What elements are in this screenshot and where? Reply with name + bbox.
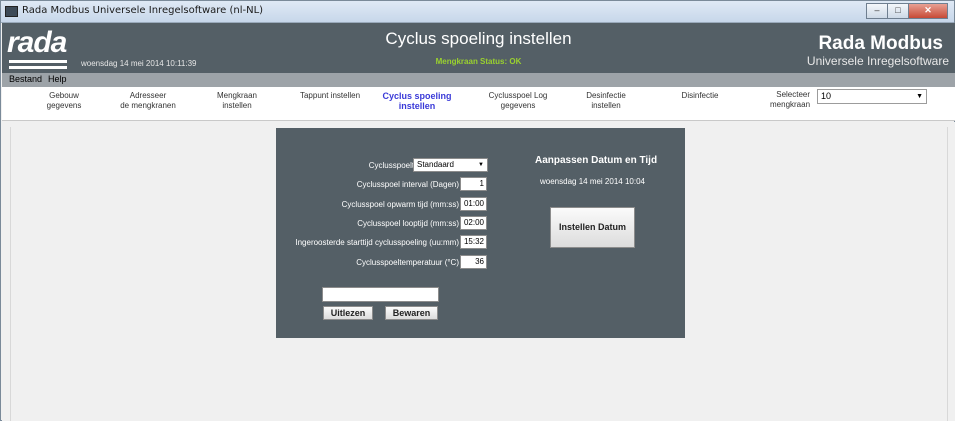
- settings-panel: Cyclusspoeltype Standaard ▼ Cyclusspoel …: [276, 128, 685, 338]
- starttijd-label: Ingeroosterde starttijd cyclusspoeling (…: [295, 238, 459, 247]
- nav-mengkraan-instellen[interactable]: Mengkraan instellen: [209, 91, 265, 111]
- temp-input[interactable]: 36: [460, 255, 487, 269]
- app-icon: [5, 6, 18, 17]
- menu-bar: Bestand Help: [2, 73, 955, 87]
- window-controls: – □ ✕: [866, 3, 948, 19]
- page-title: Cyclus spoeling instellen: [385, 29, 572, 48]
- selecteer-label: Selecteer mengkraan: [770, 90, 811, 109]
- bewaren-button[interactable]: Bewaren: [385, 306, 438, 320]
- minimize-icon[interactable]: –: [866, 3, 888, 19]
- nav-bar: Gebouw gegevens Adresseer de mengkranen Me…: [2, 87, 955, 121]
- opwarm-input[interactable]: 01:00: [460, 197, 487, 211]
- brand-subtitle: Universele Inregelsoftware: [806, 54, 949, 68]
- menu-help[interactable]: Help: [48, 74, 67, 84]
- nav-tappunt-instellen[interactable]: Tappunt instellen: [292, 91, 368, 101]
- opwarm-label: Cyclusspoel opwarm tijd (mm:ss): [341, 200, 459, 209]
- nav-disinfectie[interactable]: Disinfectie: [670, 91, 730, 101]
- nav-adresseer[interactable]: Adresseer de mengkranen: [108, 91, 188, 111]
- type-select[interactable]: Standaard ▼: [413, 158, 488, 172]
- nav-gebouw-gegevens[interactable]: Gebouw gegevens: [38, 91, 90, 111]
- instellen-datum-button[interactable]: Instellen Datum: [550, 207, 635, 248]
- interval-label: Cyclusspoel interval (Dagen): [356, 180, 459, 189]
- status-field[interactable]: [322, 287, 439, 302]
- maximize-icon[interactable]: □: [887, 3, 909, 19]
- temp-label: Cyclusspoeltemperatuur (°C): [356, 258, 459, 267]
- chevron-down-icon: ▼: [916, 93, 923, 100]
- datetime-current: woensdag 14 mei 2014 10:04: [540, 177, 645, 186]
- nav-cyclusspoel-log[interactable]: Cyclusspoel Log gegevens: [480, 91, 556, 111]
- mengkraan-select[interactable]: 10 ▼: [817, 89, 927, 104]
- title-bar[interactable]: Rada Modbus Universele Inregelsoftware (…: [1, 1, 954, 23]
- starttijd-input[interactable]: 15:32: [460, 235, 487, 249]
- nav-desinfectie-instellen[interactable]: Desinfectie instellen: [574, 91, 638, 111]
- looptijd-input[interactable]: 02:00: [460, 216, 487, 230]
- window-title: Rada Modbus Universele Inregelsoftware (…: [22, 5, 264, 16]
- app-header: rada woensdag 14 mei 2014 10:11:39 Cyclu…: [2, 23, 955, 73]
- close-icon[interactable]: ✕: [908, 3, 948, 19]
- interval-input[interactable]: 1: [460, 177, 487, 191]
- brand-title: Rada Modbus: [818, 33, 943, 54]
- nav-cyclus-spoeling[interactable]: Cyclus spoeling instellen: [372, 91, 462, 111]
- datetime-heading: Aanpassen Datum en Tijd: [535, 155, 658, 166]
- chevron-down-icon: ▼: [478, 162, 484, 168]
- looptijd-label: Cyclusspoel looptijd (mm:ss): [357, 219, 459, 228]
- uitlezen-button[interactable]: Uitlezen: [323, 306, 373, 320]
- menu-bestand[interactable]: Bestand: [9, 74, 42, 84]
